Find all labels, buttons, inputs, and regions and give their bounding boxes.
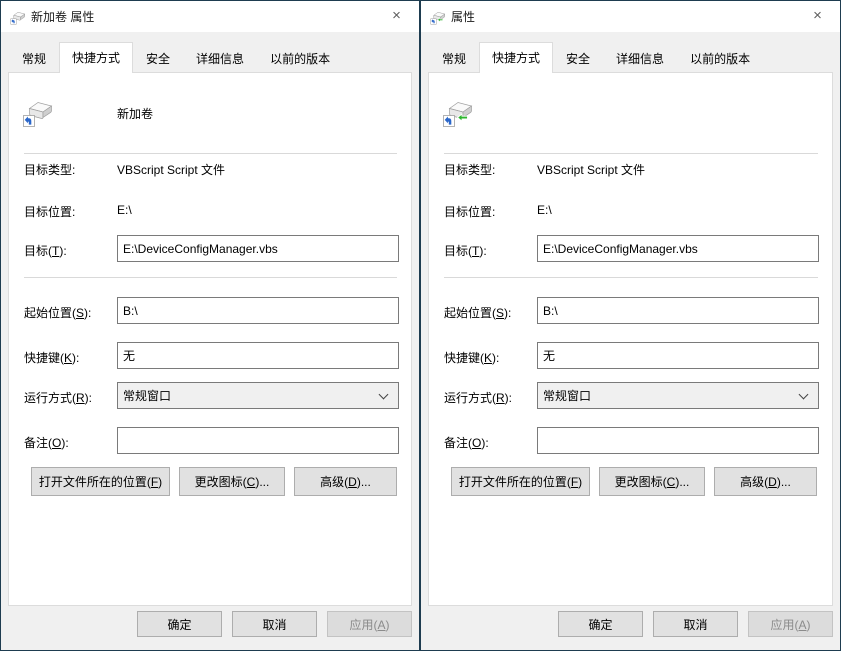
comment-label: 备注(O): bbox=[24, 434, 69, 451]
properties-dialog-removable: 属性 × 常规 快捷方式 安全 详细信息 以前的版本 目标类型: VBScrip… bbox=[420, 0, 841, 651]
change-icon-button[interactable]: 更改图标(C)... bbox=[599, 467, 705, 496]
start-in-input[interactable] bbox=[537, 297, 819, 324]
chevron-down-icon bbox=[799, 390, 809, 400]
tab-security[interactable]: 安全 bbox=[133, 45, 183, 73]
shortcut-key-input[interactable] bbox=[537, 342, 819, 369]
drive-shortcut-icon bbox=[10, 9, 26, 25]
comment-input[interactable] bbox=[537, 427, 819, 454]
run-mode-select[interactable]: 常规窗口 bbox=[537, 382, 819, 409]
tab-general[interactable]: 常规 bbox=[429, 45, 479, 73]
separator bbox=[444, 153, 818, 154]
desktop: 新加卷 属性 × 常规 快捷方式 安全 详细信息 以前的版本 新加卷 目标类型:… bbox=[0, 0, 841, 651]
open-file-location-button[interactable]: 打开文件所在的位置(F) bbox=[451, 467, 590, 496]
target-location-value: E:\ bbox=[537, 203, 552, 217]
ok-button[interactable]: 确定 bbox=[137, 611, 222, 637]
separator bbox=[24, 277, 397, 278]
tab-strip: 常规 快捷方式 安全 详细信息 以前的版本 bbox=[1, 32, 419, 73]
run-mode-value: 常规窗口 bbox=[543, 387, 591, 404]
shortcut-tab-page: 目标类型: VBScript Script 文件 目标位置: E:\ 目标(T)… bbox=[428, 72, 833, 606]
removable-drive-shortcut-icon bbox=[430, 9, 446, 25]
window-title: 属性 bbox=[451, 8, 475, 25]
tab-shortcut[interactable]: 快捷方式 bbox=[59, 42, 133, 73]
separator bbox=[24, 153, 397, 154]
apply-button: 应用(A) bbox=[748, 611, 833, 637]
shortcut-key-input[interactable] bbox=[117, 342, 399, 369]
tab-previous-versions[interactable]: 以前的版本 bbox=[677, 45, 763, 73]
target-location-label: 目标位置: bbox=[444, 203, 495, 220]
tab-general[interactable]: 常规 bbox=[9, 45, 59, 73]
separator bbox=[444, 277, 818, 278]
tab-security[interactable]: 安全 bbox=[553, 45, 603, 73]
tab-details[interactable]: 详细信息 bbox=[183, 45, 257, 73]
titlebar[interactable]: 属性 × bbox=[421, 1, 840, 32]
target-location-label: 目标位置: bbox=[24, 203, 75, 220]
target-location-value: E:\ bbox=[117, 203, 132, 217]
close-icon[interactable]: × bbox=[795, 1, 840, 30]
close-icon[interactable]: × bbox=[374, 1, 419, 30]
open-file-location-button[interactable]: 打开文件所在的位置(F) bbox=[31, 467, 170, 496]
window-title: 新加卷 属性 bbox=[31, 8, 94, 25]
target-input[interactable] bbox=[537, 235, 819, 262]
run-mode-label: 运行方式(R): bbox=[444, 389, 512, 406]
cancel-button[interactable]: 取消 bbox=[653, 611, 738, 637]
properties-dialog-volume: 新加卷 属性 × 常规 快捷方式 安全 详细信息 以前的版本 新加卷 目标类型:… bbox=[0, 0, 420, 651]
start-in-label: 起始位置(S): bbox=[444, 304, 511, 321]
target-label: 目标(T): bbox=[444, 242, 487, 259]
target-type-value: VBScript Script 文件 bbox=[117, 161, 225, 178]
target-type-label: 目标类型: bbox=[444, 161, 495, 178]
apply-button: 应用(A) bbox=[327, 611, 412, 637]
advanced-button[interactable]: 高级(D)... bbox=[714, 467, 817, 496]
chevron-down-icon bbox=[379, 390, 389, 400]
change-icon-button[interactable]: 更改图标(C)... bbox=[179, 467, 285, 496]
target-type-value: VBScript Script 文件 bbox=[537, 161, 645, 178]
target-label: 目标(T): bbox=[24, 242, 67, 259]
shortcut-key-label: 快捷键(K): bbox=[444, 349, 499, 366]
ok-button[interactable]: 确定 bbox=[558, 611, 643, 637]
shortcut-key-label: 快捷键(K): bbox=[24, 349, 79, 366]
shortcut-name: 新加卷 bbox=[117, 105, 153, 122]
tab-previous-versions[interactable]: 以前的版本 bbox=[257, 45, 343, 73]
comment-input[interactable] bbox=[117, 427, 399, 454]
shortcut-tab-page: 新加卷 目标类型: VBScript Script 文件 目标位置: E:\ 目… bbox=[8, 72, 412, 606]
drive-shortcut-icon bbox=[22, 96, 54, 128]
tab-strip: 常规 快捷方式 安全 详细信息 以前的版本 bbox=[421, 32, 840, 73]
target-type-label: 目标类型: bbox=[24, 161, 75, 178]
run-mode-value: 常规窗口 bbox=[123, 387, 171, 404]
run-mode-select[interactable]: 常规窗口 bbox=[117, 382, 399, 409]
titlebar[interactable]: 新加卷 属性 × bbox=[1, 1, 419, 32]
target-input[interactable] bbox=[117, 235, 399, 262]
tab-shortcut[interactable]: 快捷方式 bbox=[479, 42, 553, 73]
removable-drive-shortcut-icon bbox=[442, 96, 474, 128]
comment-label: 备注(O): bbox=[444, 434, 489, 451]
cancel-button[interactable]: 取消 bbox=[232, 611, 317, 637]
start-in-label: 起始位置(S): bbox=[24, 304, 91, 321]
start-in-input[interactable] bbox=[117, 297, 399, 324]
tab-details[interactable]: 详细信息 bbox=[603, 45, 677, 73]
advanced-button[interactable]: 高级(D)... bbox=[294, 467, 397, 496]
run-mode-label: 运行方式(R): bbox=[24, 389, 92, 406]
